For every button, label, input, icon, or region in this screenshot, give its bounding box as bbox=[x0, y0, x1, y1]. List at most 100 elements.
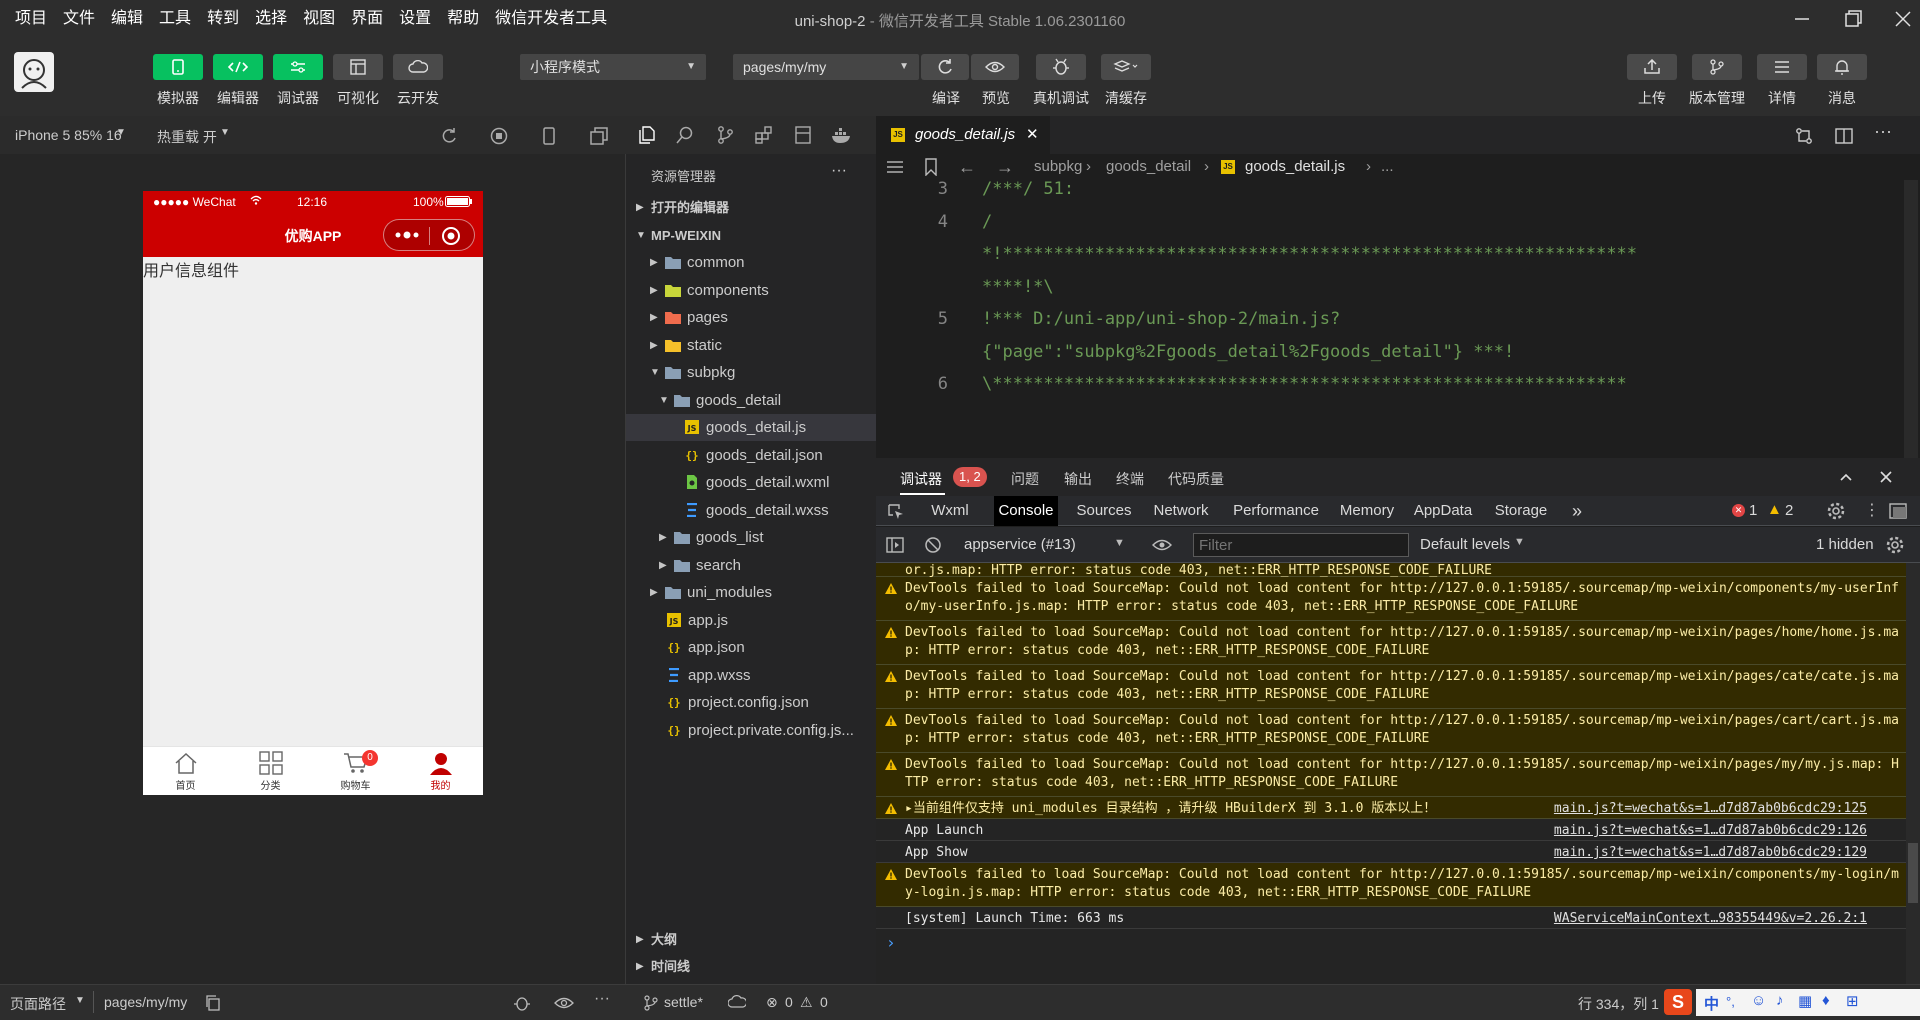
menu-help[interactable]: 帮助 bbox=[439, 0, 487, 38]
maximize-icon[interactable] bbox=[1840, 6, 1866, 32]
status-warnings[interactable]: 0 bbox=[820, 994, 828, 1010]
console-warning[interactable]: or.js.map: HTTP error: status code 403, … bbox=[876, 563, 1920, 578]
close-icon[interactable] bbox=[1890, 6, 1916, 32]
files-icon[interactable] bbox=[637, 125, 657, 145]
compile-button[interactable] bbox=[921, 54, 969, 80]
console-warning[interactable]: DevTools failed to load SourceMap: Could… bbox=[876, 709, 1920, 753]
console-warning[interactable]: DevTools failed to load SourceMap: Could… bbox=[876, 577, 1920, 621]
minimize-icon[interactable] bbox=[1789, 6, 1815, 32]
devtools-tab-appdata[interactable]: AppData bbox=[1408, 496, 1478, 526]
open-editors-section[interactable]: ▶ 打开的编辑器 bbox=[626, 194, 876, 221]
console-log[interactable]: [system] Launch Time: 663 ms WAServiceMai… bbox=[876, 907, 1920, 929]
docker-icon[interactable] bbox=[831, 125, 853, 145]
editor-tab[interactable]: JS goods_detail.js ✕ bbox=[876, 116, 1050, 154]
menu-interface[interactable]: 界面 bbox=[343, 0, 391, 38]
warning-count[interactable]: 2 bbox=[1785, 502, 1793, 519]
tree-folder[interactable]: ▶ components bbox=[626, 277, 876, 304]
ime-tshirt-icon[interactable]: ♦ bbox=[1822, 992, 1830, 1009]
timeline-section[interactable]: ▶ 时间线 bbox=[626, 953, 876, 980]
tree-file[interactable]: goods_detail.wxss bbox=[626, 497, 876, 524]
preview-button[interactable] bbox=[971, 54, 1019, 80]
more-icon[interactable] bbox=[394, 228, 420, 242]
tree-folder[interactable]: ▶ pages bbox=[626, 304, 876, 331]
more-icon[interactable]: ··· bbox=[594, 990, 610, 1008]
clear-console-icon[interactable] bbox=[924, 536, 942, 554]
cursor-position[interactable]: 行 334，列 1 bbox=[1578, 994, 1659, 1014]
eye-icon[interactable] bbox=[1152, 538, 1172, 552]
tree-file[interactable]: {} goods_detail.json bbox=[626, 442, 876, 469]
status-errors[interactable]: 0 bbox=[785, 994, 793, 1010]
compare-icon[interactable] bbox=[1794, 126, 1814, 146]
tree-file[interactable]: app.wxss bbox=[626, 662, 876, 689]
tree-file[interactable]: JS goods_detail.js bbox=[626, 414, 876, 441]
console-scrollbar[interactable] bbox=[1906, 563, 1920, 984]
page-icon[interactable] bbox=[793, 125, 813, 145]
editor-scrollbar[interactable] bbox=[1904, 180, 1918, 458]
tab-terminal[interactable]: 终端 bbox=[1116, 469, 1144, 489]
console-warning[interactable]: DevTools failed to load SourceMap: Could… bbox=[876, 621, 1920, 665]
visual-button[interactable] bbox=[333, 54, 383, 80]
console-source-link[interactable]: main.js?t=wechat&s=1…d7d87ab0b6cdc29:125 bbox=[1554, 800, 1867, 818]
mode-select[interactable]: 小程序模式 ▼ bbox=[520, 54, 706, 80]
devtools-tab-storage[interactable]: Storage bbox=[1488, 496, 1554, 526]
extensions-icon[interactable] bbox=[754, 125, 774, 145]
breadcrumb-item[interactable]: ... bbox=[1381, 154, 1394, 180]
tab-category[interactable]: 分类 bbox=[228, 751, 313, 792]
copy-icon[interactable] bbox=[205, 995, 221, 1011]
devtools-tab-wxml[interactable]: Wxml bbox=[921, 496, 979, 526]
tab-home[interactable]: 首页 bbox=[143, 751, 228, 792]
settings-icon[interactable] bbox=[1886, 536, 1904, 554]
menu-goto[interactable]: 转到 bbox=[199, 0, 247, 38]
tree-file[interactable]: JS app.js bbox=[626, 607, 876, 634]
split-editor-icon[interactable] bbox=[1834, 126, 1854, 146]
console-source-link[interactable]: main.js?t=wechat&s=1…d7d87ab0b6cdc29:126 bbox=[1554, 822, 1867, 840]
tab-my[interactable]: 我的 bbox=[398, 751, 483, 792]
levels-select[interactable]: Default levels bbox=[1420, 536, 1510, 553]
bug-icon[interactable] bbox=[513, 994, 531, 1012]
bookmark-icon[interactable] bbox=[924, 158, 938, 176]
sidebar-toggle-icon[interactable] bbox=[886, 536, 904, 554]
console-output[interactable]: or.js.map: HTTP error: status code 403, … bbox=[876, 563, 1920, 984]
ime-logo-icon[interactable]: S bbox=[1664, 989, 1692, 1015]
tab-code-quality[interactable]: 代码质量 bbox=[1168, 469, 1224, 489]
close-icon[interactable]: ✕ bbox=[1026, 116, 1039, 154]
breadcrumb-item[interactable]: subpkg bbox=[1034, 154, 1082, 180]
clear-cache-button[interactable] bbox=[1101, 54, 1151, 80]
chevron-up-icon[interactable] bbox=[1838, 469, 1854, 485]
console-source-link[interactable]: WAServiceMainContext…98355449&v=2.26.2:1 bbox=[1554, 910, 1867, 928]
tree-folder[interactable]: ▶ goods_list bbox=[626, 524, 876, 551]
devtools-tab-console[interactable]: Console bbox=[994, 496, 1058, 526]
tree-file[interactable]: {} project.private.config.js... bbox=[626, 717, 876, 744]
tree-folder[interactable]: ▶ search bbox=[626, 552, 876, 579]
tree-folder[interactable]: ▶ static bbox=[626, 332, 876, 359]
tab-debugger[interactable]: 调试器 bbox=[900, 469, 942, 489]
tree-folder[interactable]: ▶ uni_modules bbox=[626, 579, 876, 606]
tab-output[interactable]: 输出 bbox=[1064, 469, 1092, 489]
menu-project[interactable]: 项目 bbox=[0, 0, 55, 38]
close-mini-icon[interactable] bbox=[440, 225, 462, 247]
context-select[interactable]: appservice (#13) bbox=[964, 536, 1076, 553]
devtools-tab-performance[interactable]: Performance bbox=[1227, 496, 1325, 526]
console-warning[interactable]: DevTools failed to load SourceMap: Could… bbox=[876, 665, 1920, 709]
devtools-tab-memory[interactable]: Memory bbox=[1335, 496, 1399, 526]
filter-input[interactable] bbox=[1193, 533, 1409, 557]
tree-file[interactable]: {} project.config.json bbox=[626, 689, 876, 716]
tree-folder[interactable]: ▼ subpkg bbox=[626, 359, 876, 386]
popout-icon[interactable] bbox=[590, 127, 608, 145]
messages-button[interactable] bbox=[1817, 54, 1867, 80]
dock-icon[interactable] bbox=[1889, 503, 1907, 519]
ime-keyboard-icon[interactable]: ▦ bbox=[1798, 992, 1812, 1010]
scrollbar-thumb[interactable] bbox=[1908, 843, 1918, 903]
real-debug-button[interactable] bbox=[1036, 54, 1086, 80]
sync-icon[interactable] bbox=[728, 995, 746, 1011]
tree-folder[interactable]: ▼ goods_detail bbox=[626, 387, 876, 414]
tree-file[interactable]: goods_detail.wxml bbox=[626, 469, 876, 496]
search-icon[interactable] bbox=[675, 125, 695, 145]
devtools-tab-sources[interactable]: Sources bbox=[1072, 496, 1136, 526]
menu-tools[interactable]: 工具 bbox=[151, 0, 199, 38]
menu-settings[interactable]: 设置 bbox=[391, 0, 439, 38]
root-section[interactable]: ▼ MP-WEIXIN bbox=[626, 222, 876, 249]
code-editor[interactable]: 3/***/ 51: 4/*!**************************… bbox=[876, 180, 1920, 458]
console-log[interactable]: App Show main.js?t=wechat&s=1…d7d87ab0b6c… bbox=[876, 841, 1920, 863]
menu-file[interactable]: 文件 bbox=[55, 0, 103, 38]
